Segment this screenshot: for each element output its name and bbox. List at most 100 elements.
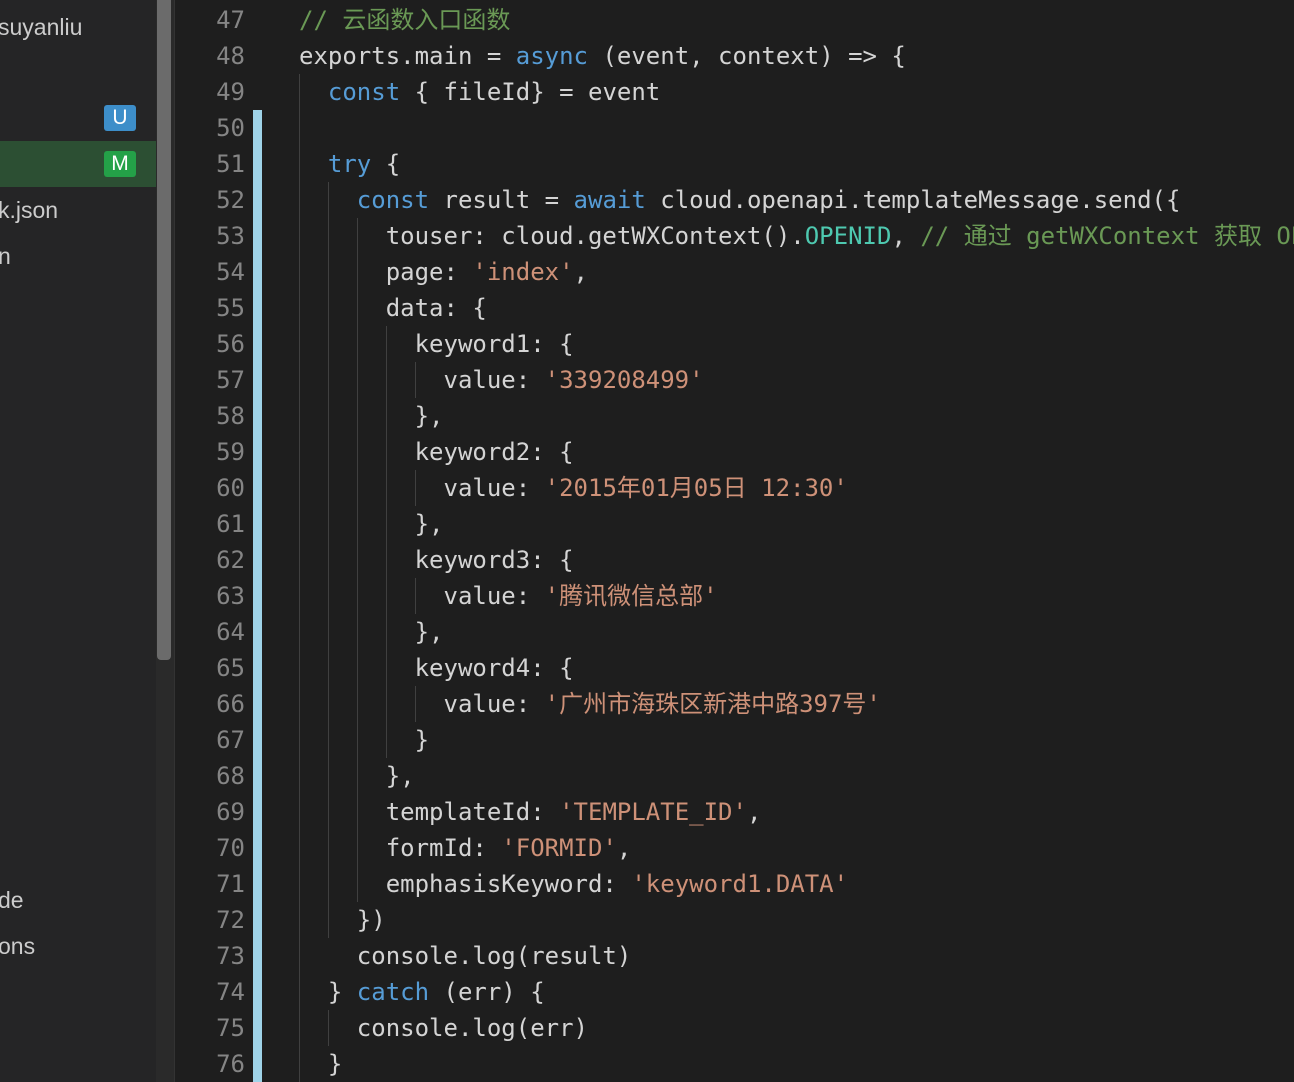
code-token-str: 'index': [472, 258, 574, 286]
code-token-kw: try: [327, 150, 372, 178]
code-line[interactable]: 76 }: [175, 1046, 1294, 1082]
code-text: // 云函数入口函数: [299, 2, 510, 38]
code-token-plain: value:: [299, 366, 545, 394]
line-number: 53: [216, 222, 245, 250]
explorer-item-json[interactable]: k.json: [0, 187, 156, 233]
code-token-plain: },: [299, 618, 444, 646]
code-text: },: [299, 506, 444, 542]
code-line[interactable]: 51 try {: [175, 146, 1294, 182]
line-number: 64: [216, 618, 245, 646]
code-line[interactable]: 63 value: '腾讯微信总部': [175, 578, 1294, 614]
code-line[interactable]: 65 keyword4: {: [175, 650, 1294, 686]
code-line[interactable]: 69 templateId: 'TEMPLATE_ID',: [175, 794, 1294, 830]
explorer-item-label: k.json: [0, 197, 59, 223]
code-token-plain: },: [299, 762, 415, 790]
code-token-str: '广州市海珠区新港中路397号': [544, 690, 881, 718]
sidebar-scrollbar[interactable]: [156, 0, 174, 1082]
code-token-kw: const: [356, 186, 430, 214]
code-line[interactable]: 54 page: 'index',: [175, 254, 1294, 290]
explorer-item-label: de: [0, 887, 24, 913]
code-line[interactable]: 70 formId: 'FORMID',: [175, 830, 1294, 866]
code-line[interactable]: 58 },: [175, 398, 1294, 434]
code-token-str: '腾讯微信总部': [544, 582, 718, 610]
code-token-plain: }): [299, 906, 386, 934]
code-text: keyword1: {: [299, 326, 574, 362]
code-text: }): [299, 902, 386, 938]
code-token-plain: {: [371, 150, 401, 178]
code-line[interactable]: 72 }): [175, 902, 1294, 938]
line-number: 61: [216, 510, 245, 538]
code-line[interactable]: 56 keyword1: {: [175, 326, 1294, 362]
line-number: 51: [216, 150, 245, 178]
code-line[interactable]: 52 const result = await cloud.openapi.te…: [175, 182, 1294, 218]
code-token-plain: keyword3: {: [299, 546, 574, 574]
code-token-plain: { fileId} = event: [400, 78, 661, 106]
code-line[interactable]: 49 const { fileId} = event: [175, 74, 1294, 110]
code-line[interactable]: 47 // 云函数入口函数: [175, 2, 1294, 38]
explorer-item-ons[interactable]: ons: [0, 923, 156, 969]
explorer-item-de[interactable]: de: [0, 877, 156, 923]
line-number: 58: [216, 402, 245, 430]
code-line[interactable]: 50: [175, 110, 1294, 146]
explorer-item-untracked[interactable]: U: [0, 95, 156, 141]
line-number: 69: [216, 798, 245, 826]
line-number: 73: [216, 942, 245, 970]
code-token-kw: async: [515, 42, 588, 70]
line-number: 57: [216, 366, 245, 394]
code-line[interactable]: 68 },: [175, 758, 1294, 794]
code-line[interactable]: 53 touser: cloud.getWXContext().OPENID, …: [175, 218, 1294, 254]
code-line[interactable]: 66 value: '广州市海珠区新港中路397号': [175, 686, 1294, 722]
explorer-item-label: n: [0, 243, 11, 269]
git-modified-badge: M: [104, 151, 136, 177]
code-token-plain: (err) {: [429, 978, 545, 1006]
line-number: 55: [216, 294, 245, 322]
line-number: 72: [216, 906, 245, 934]
code-line[interactable]: 55 data: {: [175, 290, 1294, 326]
file-explorer-sidebar: suyanliu U M k.json n de ons: [0, 0, 156, 1082]
code-text: value: '2015年01月05日 12:30': [299, 470, 847, 506]
code-line[interactable]: 57 value: '339208499': [175, 362, 1294, 398]
explorer-item-modified-selected[interactable]: M: [0, 141, 156, 187]
code-line[interactable]: 59 keyword2: {: [175, 434, 1294, 470]
code-line[interactable]: 60 value: '2015年01月05日 12:30': [175, 470, 1294, 506]
code-token-kw: await: [573, 186, 646, 214]
code-token-const: OPENID: [804, 222, 892, 250]
code-line[interactable]: 64 },: [175, 614, 1294, 650]
line-number: 49: [216, 78, 245, 106]
code-text: }: [299, 1046, 342, 1082]
code-line[interactable]: 71 emphasisKeyword: 'keyword1.DATA': [175, 866, 1294, 902]
code-token-plain: keyword2: {: [299, 438, 574, 466]
code-text: const result = await cloud.openapi.templ…: [299, 182, 1181, 218]
code-token-plain: },: [299, 510, 444, 538]
line-number: 70: [216, 834, 245, 862]
code-token-plain: exports.main =: [299, 42, 516, 70]
line-number: 75: [216, 1014, 245, 1042]
code-line[interactable]: 62 keyword3: {: [175, 542, 1294, 578]
code-line[interactable]: 75 console.log(err): [175, 1010, 1294, 1046]
explorer-item-label: suyanliu: [0, 14, 83, 40]
code-line[interactable]: 73 console.log(result): [175, 938, 1294, 974]
code-editor[interactable]: 47 // 云函数入口函数 48 exports.main = async (even…: [175, 0, 1294, 1082]
code-line[interactable]: 74 } catch (err) {: [175, 974, 1294, 1010]
line-number: 74: [216, 978, 245, 1006]
line-number: 67: [216, 726, 245, 754]
code-token-plain: console.log(result): [299, 942, 632, 970]
explorer-item-n[interactable]: n: [0, 233, 156, 279]
code-token-plain: formId:: [299, 834, 502, 862]
code-line[interactable]: 48 exports.main = async (event, context) …: [175, 38, 1294, 74]
code-token-comment: // 通过 getWXContext 获取 OPENID: [920, 222, 1294, 250]
line-number: 71: [216, 870, 245, 898]
code-token-plain: keyword1: {: [299, 330, 574, 358]
code-token-plain: ,: [891, 222, 921, 250]
code-text: },: [299, 398, 444, 434]
code-line[interactable]: 61 },: [175, 506, 1294, 542]
sidebar-scrollbar-thumb[interactable]: [157, 0, 171, 660]
explorer-item-suyanliu[interactable]: suyanliu: [0, 4, 156, 50]
code-text: value: '339208499': [299, 362, 703, 398]
code-line[interactable]: 67 }: [175, 722, 1294, 758]
line-number: 62: [216, 546, 245, 574]
code-text: keyword3: {: [299, 542, 574, 578]
code-text: exports.main = async (event, context) =>…: [299, 38, 906, 74]
